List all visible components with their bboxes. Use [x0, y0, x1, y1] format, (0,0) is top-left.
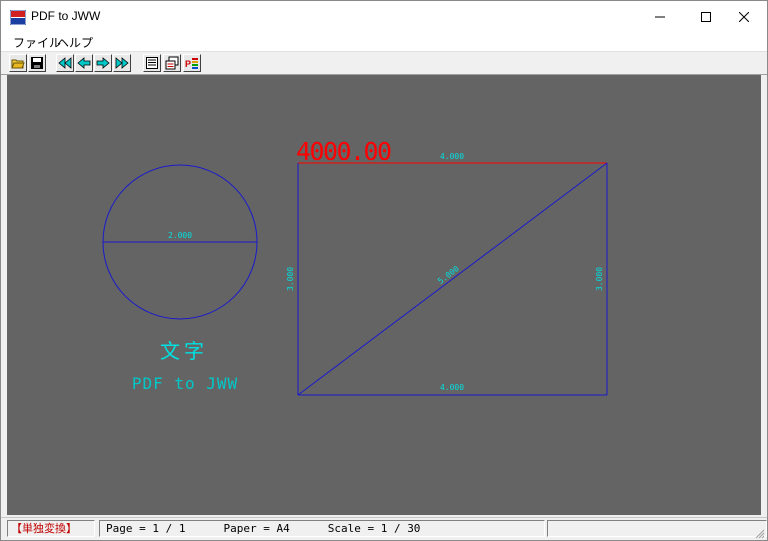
status-extra — [547, 520, 767, 537]
save-icon — [31, 57, 43, 69]
open-icon — [11, 59, 25, 69]
save-button[interactable] — [28, 54, 46, 72]
toolbar: P — [1, 52, 767, 75]
status-paper: Paper = A4 — [223, 522, 290, 535]
title-bar: PDF to JWW — [1, 1, 767, 33]
menu-bar: ファイル ヘルプ — [1, 33, 767, 52]
svg-text:P: P — [185, 59, 191, 69]
app-window: PDF to JWW ファイル ヘルプ P 2.000 文字 PDF to JW… — [0, 0, 768, 541]
rect-top-dimension: 4.000 — [440, 152, 464, 161]
first-page-button[interactable] — [56, 54, 74, 72]
rect-right-dimension: 3.000 — [595, 267, 604, 291]
circle-dimension-label: 2.000 — [168, 231, 192, 240]
prev-page-icon — [77, 57, 91, 69]
close-button[interactable] — [721, 1, 767, 33]
list-icon — [146, 57, 158, 69]
resize-grip-icon[interactable] — [753, 527, 765, 539]
kanji-text: 文字 — [160, 339, 208, 363]
status-page: Page = 1 / 1 — [106, 522, 186, 535]
status-mode: 【単独変換】 — [7, 520, 95, 537]
list-button[interactable] — [143, 54, 161, 72]
maximize-icon — [701, 12, 711, 22]
drawing-svg: 2.000 文字 PDF to JWW 4000.00 4.000 4.000 … — [102, 137, 608, 396]
minimize-button[interactable] — [637, 1, 683, 33]
close-icon — [739, 12, 749, 22]
last-page-icon — [115, 57, 129, 69]
status-info: Page = 1 / 1 Paper = A4 Scale = 1 / 30 — [99, 520, 545, 537]
prev-page-button[interactable] — [75, 54, 93, 72]
layers-icon — [165, 56, 179, 70]
status-scale: Scale = 1 / 30 — [327, 522, 421, 535]
status-bar: 【単独変換】 Page = 1 / 1 Paper = A4 Scale = 1 /… — [1, 517, 767, 540]
menu-help[interactable]: ヘルプ — [55, 34, 95, 51]
rect-bottom-dimension: 4.000 — [440, 383, 464, 392]
next-page-icon — [96, 57, 110, 69]
next-page-button[interactable] — [94, 54, 112, 72]
big-value-text: 4000.00 — [296, 137, 392, 166]
rect-left-dimension: 3.000 — [286, 267, 295, 291]
first-page-icon — [58, 57, 72, 69]
app-icon — [10, 10, 26, 25]
window-title: PDF to JWW — [31, 9, 101, 23]
drawing-canvas[interactable]: 2.000 文字 PDF to JWW 4000.00 4.000 4.000 … — [7, 75, 761, 515]
last-page-button[interactable] — [113, 54, 131, 72]
minimize-icon — [655, 16, 665, 18]
pdf-settings-button[interactable]: P — [183, 54, 201, 72]
pdf-settings-icon: P — [185, 58, 198, 69]
layers-button[interactable] — [163, 54, 181, 72]
pdf-to-jww-text: PDF to JWW — [132, 374, 238, 393]
rect-diagonal-line — [297, 162, 608, 396]
open-button[interactable] — [9, 54, 27, 72]
